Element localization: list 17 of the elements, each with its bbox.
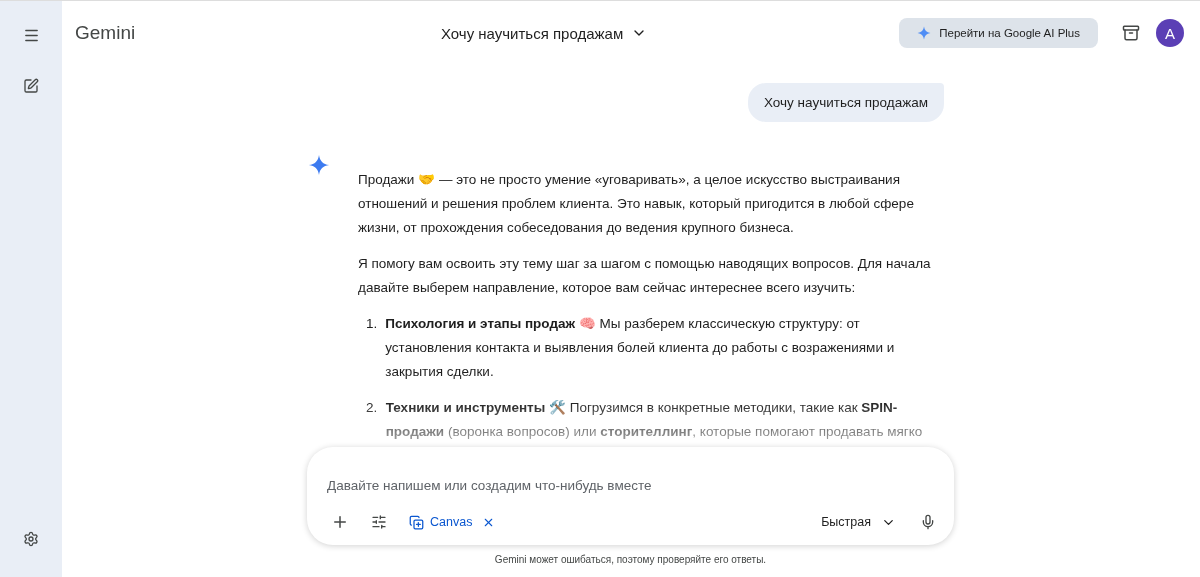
- list-number: 2.: [366, 399, 378, 417]
- app-name: Gemini: [75, 22, 137, 44]
- user-message: Хочу научиться продажам: [748, 83, 944, 122]
- disclaimer-text: Gemini может ошибаться, поэтому проверяйте его ответы.: [493, 554, 768, 565]
- upgrade-button[interactable]: Перейти на Google AI Plus: [899, 18, 1098, 48]
- list-item-text: Психология и этапы продаж 🧠 Мы разберем классическую структуру: от установления контакта и выявления болей клиента до работы с возражениями и закрытия сделки.: [385, 315, 896, 381]
- user-avatar[interactable]: A: [1156, 19, 1184, 47]
- list-item-text: Техники и инструменты 🛠 Погрузимся в конкретные методики, такие как SPIN-продажи (воронка вопросов) или сторителлинг, которые помогают продавать мягко: [385, 399, 924, 441]
- response-paragraph: Я помогу вам освоить эту тему шаг за шагом с помощью наводящих вопросов. Для начала давайте выберем направление, которое вам сейчас интереснее всего изучить:: [358, 255, 932, 297]
- list-number: 1.: [366, 315, 378, 333]
- canvas-chip[interactable]: Canvas: [405, 510, 500, 534]
- model-dropdown[interactable]: Быстрая: [815, 513, 902, 531]
- sparkle-icon: [308, 154, 330, 176]
- sparkle-icon: [917, 26, 932, 40]
- chat-title-dropdown[interactable]: Хочу научиться продажам: [435, 23, 654, 43]
- canvas-icon: [409, 514, 424, 530]
- response-paragraph: Продажи 🤝 — это не просто умение «уговаривать», а целое искусство выстраивания отношений и решения проблем клиента. Это навык, который пригодится в любой сфере жизни, от прохождения собеседования до ведения крупного бизнеса.: [358, 171, 915, 237]
